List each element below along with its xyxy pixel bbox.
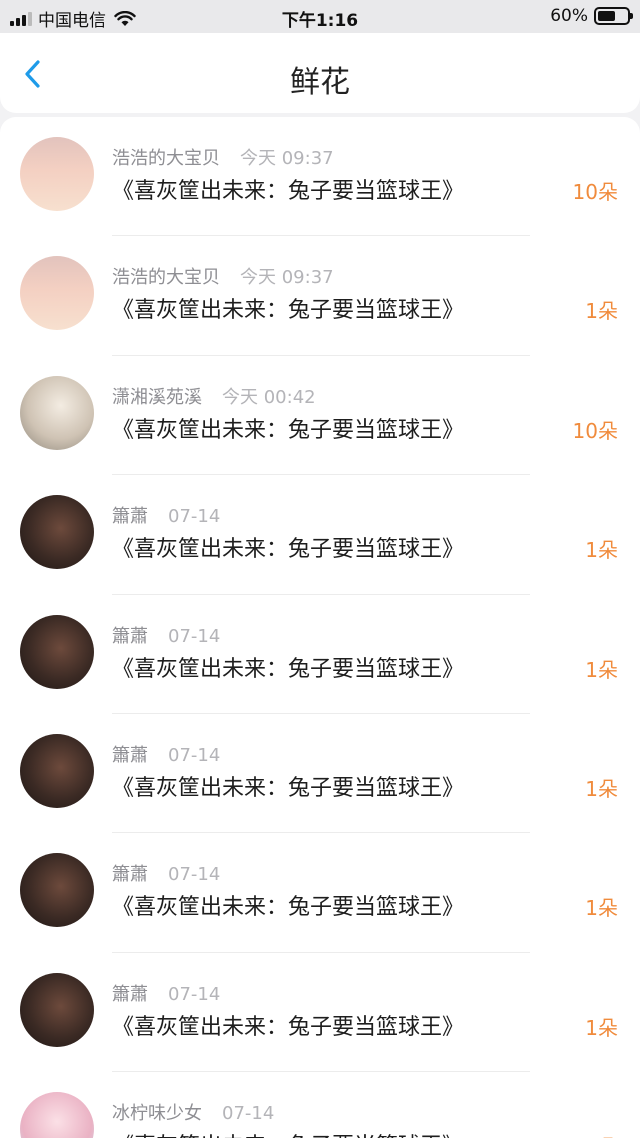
item-time: 07-14 xyxy=(168,625,221,647)
avatar[interactable] xyxy=(20,137,94,211)
battery-fill xyxy=(598,11,615,21)
status-time: 下午1:16 xyxy=(281,11,359,31)
book-title[interactable]: 《喜灰筐出未来：兔子要当篮球王》 xyxy=(112,292,464,324)
flower-count: 1朵 xyxy=(585,538,618,563)
battery-percent: 60% xyxy=(550,6,588,26)
book-title[interactable]: 《喜灰筐出未来：兔子要当篮球王》 xyxy=(112,889,464,921)
avatar[interactable] xyxy=(20,972,94,1047)
avatar[interactable] xyxy=(20,853,94,928)
item-meta: 簫蕭 07-14 xyxy=(112,622,220,648)
item-meta: 浩浩的大宝贝 今天 09:37 xyxy=(112,263,334,289)
flower-list: 浩浩的大宝贝 今天 09:37 《喜灰筐出未来：兔子要当篮球王》 10朵 浩浩的大… xyxy=(0,117,640,1138)
item-time: 07-14 xyxy=(168,864,221,886)
item-meta: 簫蕭 07-14 xyxy=(112,980,220,1006)
item-time: 07-14 xyxy=(168,983,221,1005)
item-time: 07-14 xyxy=(168,506,221,528)
flower-count: 1朵 xyxy=(585,776,618,801)
user-name[interactable]: 冰柠味少女 xyxy=(112,1103,202,1124)
list-item[interactable]: 簫蕭 07-14 《喜灰筐出未来：兔子要当篮球王》 1朵 xyxy=(0,595,640,714)
status-bar: 中国电信 下午1:16 60% xyxy=(0,0,640,33)
user-name[interactable]: 簫蕭 xyxy=(112,626,148,647)
item-time: 07-14 xyxy=(168,744,221,766)
list-item[interactable]: 簫蕭 07-14 《喜灰筐出未来：兔子要当篮球王》 1朵 xyxy=(0,953,640,1073)
item-meta: 冰柠味少女 07-14 xyxy=(112,1099,274,1125)
user-name[interactable]: 簫蕭 xyxy=(112,745,148,766)
list-item[interactable]: 簫蕭 07-14 《喜灰筐出未来：兔子要当篮球王》 1朵 xyxy=(0,833,640,953)
flower-count: 10朵 xyxy=(572,180,618,204)
item-meta: 簫蕭 07-14 xyxy=(112,741,220,767)
user-name[interactable]: 浩浩的大宝贝 xyxy=(112,267,220,288)
avatar[interactable] xyxy=(20,733,94,808)
book-title[interactable]: 《喜灰筐出未来：兔子要当篮球王》 xyxy=(112,531,464,563)
book-title[interactable]: 《喜灰筐出未来：兔子要当篮球王》 xyxy=(112,1128,464,1138)
book-title[interactable]: 《喜灰筐出未来：兔子要当篮球王》 xyxy=(112,651,464,683)
list-item[interactable]: 潇湘溪苑溪 今天 00:42 《喜灰筐出未来：兔子要当篮球王》 10朵 xyxy=(0,356,640,476)
list-item[interactable]: 簫蕭 07-14 《喜灰筐出未来：兔子要当篮球王》 1朵 xyxy=(0,475,640,595)
user-name[interactable]: 潇湘溪苑溪 xyxy=(112,387,202,408)
list-item[interactable]: 簫蕭 07-14 《喜灰筐出未来：兔子要当篮球王》 1朵 xyxy=(0,714,640,834)
item-meta: 浩浩的大宝贝 今天 09:37 xyxy=(112,144,334,170)
avatar[interactable] xyxy=(20,375,94,450)
flower-count: 1朵 xyxy=(585,657,618,682)
avatar[interactable] xyxy=(20,1092,94,1138)
item-time: 今天 00:42 xyxy=(222,386,316,408)
book-title[interactable]: 《喜灰筐出未来：兔子要当篮球王》 xyxy=(112,1009,464,1041)
flower-count: 1朵 xyxy=(585,1015,618,1040)
user-name[interactable]: 簫蕭 xyxy=(112,864,148,885)
list-item[interactable]: 浩浩的大宝贝 今天 09:37 《喜灰筐出未来：兔子要当篮球王》 10朵 xyxy=(0,117,640,237)
item-time: 今天 09:37 xyxy=(240,148,334,169)
book-title[interactable]: 《喜灰筐出未来：兔子要当篮球王》 xyxy=(112,770,464,802)
user-name[interactable]: 簫蕭 xyxy=(112,984,148,1005)
item-meta: 潇湘溪苑溪 今天 00:42 xyxy=(112,383,316,409)
status-right: 60% xyxy=(550,6,633,26)
user-name[interactable]: 浩浩的大宝贝 xyxy=(112,148,220,169)
item-meta: 簫蕭 07-14 xyxy=(112,860,220,886)
user-name[interactable]: 簫蕭 xyxy=(112,506,148,527)
book-title[interactable]: 《喜灰筐出未来：兔子要当篮球王》 xyxy=(112,173,464,205)
avatar[interactable] xyxy=(20,256,94,331)
flower-count: 1朵 xyxy=(585,896,618,921)
page-title: 鲜花 xyxy=(290,65,350,100)
flower-count: 10朵 xyxy=(573,1131,618,1138)
item-time: 07-14 xyxy=(222,1103,275,1125)
flower-count: 10朵 xyxy=(572,418,618,443)
item-meta: 簫蕭 07-14 xyxy=(112,502,220,528)
list-item[interactable]: 浩浩的大宝贝 今天 09:37 《喜灰筐出未来：兔子要当篮球王》 1朵 xyxy=(0,236,640,356)
avatar[interactable] xyxy=(20,495,94,570)
flower-count: 1朵 xyxy=(585,299,618,324)
item-time: 今天 09:37 xyxy=(240,267,334,289)
navigation-bar: 鲜花 xyxy=(0,33,640,113)
list-item[interactable]: 冰柠味少女 07-14 《喜灰筐出未来：兔子要当篮球王》 10朵 xyxy=(0,1072,640,1138)
book-title[interactable]: 《喜灰筐出未来：兔子要当篮球王》 xyxy=(112,412,464,444)
battery-icon xyxy=(594,7,633,25)
avatar[interactable] xyxy=(20,614,94,689)
